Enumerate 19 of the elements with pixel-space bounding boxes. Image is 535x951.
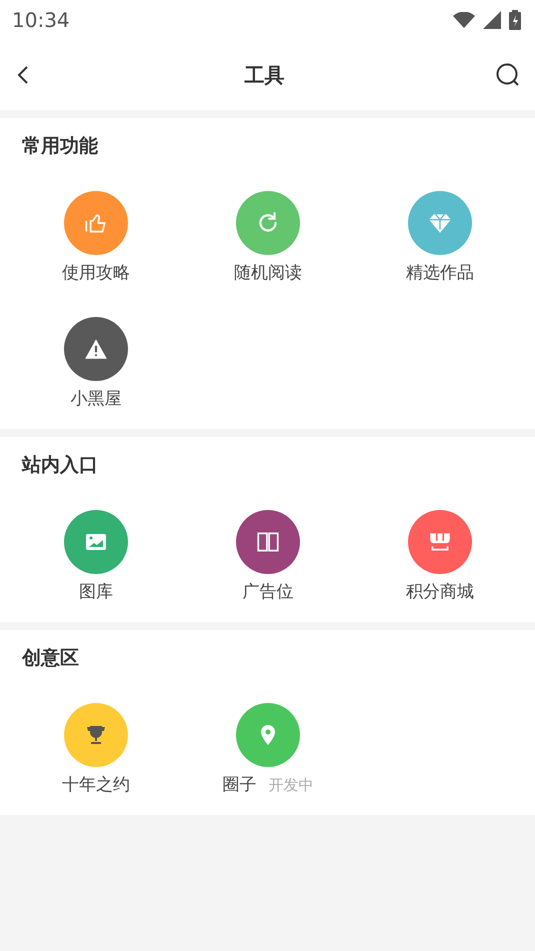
section-title: 常用功能 (21, 134, 99, 159)
tool-button[interactable]: 十年之约 (10, 703, 182, 797)
search-button[interactable] (495, 62, 521, 88)
tool-button[interactable]: 使用攻略 (10, 191, 182, 285)
section-title: 创意区 (20, 646, 80, 671)
tool-button[interactable]: 圈子 开发中 (182, 703, 354, 797)
status-tag: 开发中 (268, 774, 314, 796)
tool-button[interactable]: 精选作品 (354, 191, 526, 285)
signal-icon (483, 11, 501, 29)
tool-button[interactable]: 积分商城 (354, 510, 526, 604)
tool-button[interactable]: 图库 (10, 510, 182, 604)
tool-button[interactable]: 小黑屋 (10, 317, 182, 411)
status-time: 10:34 (12, 7, 70, 34)
battery-icon (509, 10, 521, 30)
tool-button[interactable]: 广告位 (182, 510, 354, 604)
tool-button[interactable]: 随机阅读 (182, 191, 354, 285)
page-title: 工具 (244, 62, 284, 89)
wifi-icon (453, 12, 475, 28)
section-title: 站内入口 (20, 453, 99, 478)
